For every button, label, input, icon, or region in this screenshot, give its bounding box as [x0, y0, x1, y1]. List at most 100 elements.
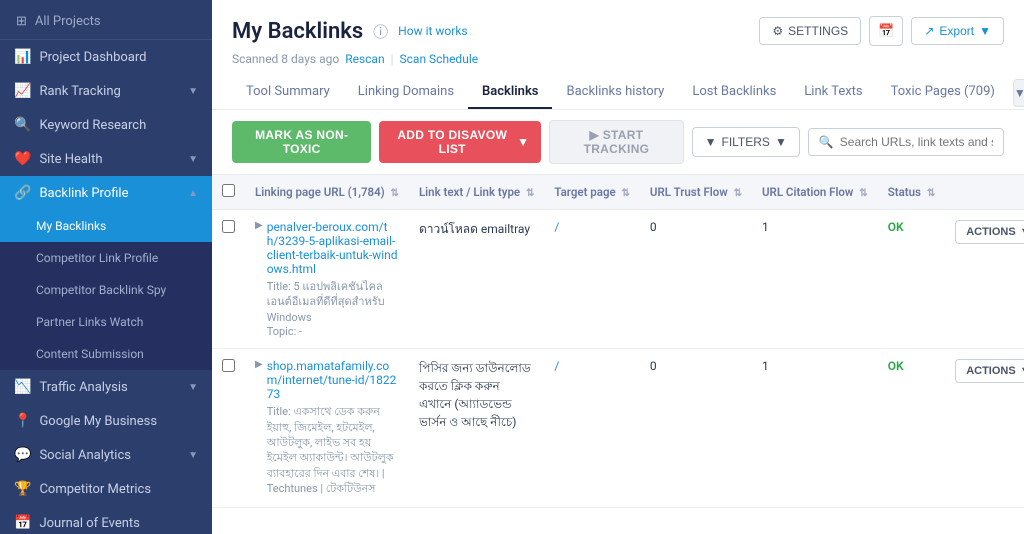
- sidebar-item-google-my-business[interactable]: 📍 Google My Business: [0, 404, 212, 438]
- content-submission-label: Content Submission: [36, 347, 144, 361]
- actions-button[interactable]: ACTIONS ▼: [955, 359, 1024, 383]
- more-tabs-button[interactable]: ▼: [1013, 79, 1024, 107]
- tab-linking-domains[interactable]: Linking Domains: [344, 76, 468, 109]
- actions-button[interactable]: ACTIONS ▼: [955, 220, 1024, 244]
- tab-backlinks[interactable]: Backlinks: [468, 76, 552, 109]
- header-actions: ⚙ SETTINGS 📅 ↗ Export ▼: [759, 16, 1004, 46]
- status-cell: OK: [878, 349, 946, 507]
- status-cell: OK: [878, 210, 946, 349]
- sidebar-label: Traffic Analysis: [39, 380, 180, 395]
- scan-info: Scanned 8 days ago Rescan | Scan Schedul…: [232, 52, 1004, 66]
- export-button[interactable]: ↗ Export ▼: [911, 17, 1004, 45]
- tab-tool-summary[interactable]: Tool Summary: [232, 76, 344, 109]
- how-it-works-link[interactable]: How it works: [398, 24, 467, 38]
- chevron-down-icon: ▼: [775, 135, 787, 149]
- sort-icon[interactable]: ⇅: [859, 188, 867, 199]
- target-page-link[interactable]: /: [554, 359, 559, 373]
- partner-links-label: Partner Links Watch: [36, 315, 143, 329]
- sidebar-item-my-backlinks[interactable]: My Backlinks: [0, 210, 212, 242]
- row-checkbox[interactable]: [222, 220, 235, 233]
- sidebar-item-rank-tracking[interactable]: 📈 Rank Tracking ▼: [0, 74, 212, 108]
- col-status: Status ⇅: [878, 175, 946, 210]
- filter-icon: ▼: [705, 135, 717, 149]
- export-icon: ↗: [924, 24, 934, 38]
- tab-link-texts[interactable]: Link Texts: [790, 76, 876, 109]
- citation-flow-cell: 1: [752, 210, 878, 349]
- trust-flow-cell: 0: [640, 349, 752, 507]
- link-text-cell: পিসির জন্য ডাউনলোড করতে ক্লিক করুন এখানে…: [409, 349, 544, 507]
- sort-icon[interactable]: ⇅: [734, 188, 742, 199]
- sidebar-item-traffic-analysis[interactable]: 📉 Traffic Analysis ▼: [0, 370, 212, 404]
- chevron-down-icon: ▼: [188, 86, 198, 97]
- sidebar-item-backlink-profile[interactable]: 🔗 Backlink Profile ▲: [0, 176, 212, 210]
- link-text-cell: ดาวน์โหลด emailtray: [409, 210, 544, 349]
- url-topic: Topic: -: [267, 325, 399, 338]
- journal-icon: 📅: [14, 515, 31, 531]
- sort-icon[interactable]: ⇅: [927, 188, 935, 199]
- sort-icon[interactable]: ⇅: [391, 188, 399, 199]
- row-checkbox-cell[interactable]: [212, 210, 245, 349]
- select-all-checkbox[interactable]: [222, 184, 235, 197]
- col-link-text: Link text / Link type ⇅: [409, 175, 544, 210]
- expand-icon[interactable]: ▶: [255, 220, 263, 231]
- table-row: ▶ shop.mamatafamily.com/internet/tune-id…: [212, 349, 1024, 507]
- sidebar-label: Google My Business: [39, 414, 198, 429]
- filters-button[interactable]: ▼ FILTERS ▼: [692, 127, 800, 157]
- trust-flow-value: 0: [650, 220, 657, 234]
- add-disavow-button[interactable]: ADD TO DISAVOW LIST ▼: [379, 121, 541, 163]
- search-box[interactable]: 🔍: [808, 128, 1004, 156]
- tab-toxic-pages[interactable]: Toxic Pages (709): [877, 76, 1009, 109]
- select-all-header[interactable]: [212, 175, 245, 210]
- row-checkbox[interactable]: [222, 359, 235, 372]
- url-link[interactable]: penalver-beroux.com/th/3239-5-aplikasi-e…: [267, 220, 399, 276]
- link-text: ดาวน์โหลด emailtray: [419, 220, 534, 238]
- sidebar-item-competitor-backlink-spy[interactable]: Competitor Backlink Spy: [0, 274, 212, 306]
- chevron-down-icon: ▼: [1020, 226, 1024, 238]
- rescan-link[interactable]: Rescan: [345, 52, 384, 66]
- backlinks-table: Linking page URL (1,784) ⇅ Link text / L…: [212, 175, 1024, 508]
- sidebar-item-partner-links-watch[interactable]: Partner Links Watch: [0, 306, 212, 338]
- tab-lost-backlinks[interactable]: Lost Backlinks: [678, 76, 790, 109]
- all-projects-link[interactable]: ⊞ All Projects: [0, 0, 212, 40]
- col-citation-flow: URL Citation Flow ⇅: [752, 175, 878, 210]
- tracking-icon: ▶: [590, 128, 600, 142]
- citation-flow-value: 1: [762, 359, 769, 373]
- sidebar-label: Project Dashboard: [39, 50, 198, 65]
- actions-cell[interactable]: ACTIONS ▼: [945, 210, 1024, 349]
- actions-cell[interactable]: ACTIONS ▼: [945, 349, 1024, 507]
- row-checkbox-cell[interactable]: [212, 349, 245, 507]
- chevron-down-icon: ▼: [188, 450, 198, 461]
- target-page-link[interactable]: /: [554, 220, 559, 234]
- grid-icon: ⊞: [16, 14, 27, 29]
- sidebar-label: Journal of Events: [39, 516, 198, 531]
- sidebar-item-journal-events[interactable]: 📅 Journal of Events: [0, 506, 212, 534]
- sidebar-item-content-submission[interactable]: Content Submission: [0, 338, 212, 370]
- tab-backlinks-history[interactable]: Backlinks history: [552, 76, 678, 109]
- chevron-down-icon: ▼: [979, 24, 991, 38]
- main-content: My Backlinks ⓘ How it works ⚙ SETTINGS 📅…: [212, 0, 1024, 534]
- start-tracking-button[interactable]: ▶ START TRACKING: [549, 120, 683, 164]
- settings-button[interactable]: ⚙ SETTINGS: [759, 17, 861, 45]
- mark-non-toxic-button[interactable]: MARK AS NON-TOXIC: [232, 121, 371, 163]
- sidebar-item-site-health[interactable]: ❤️ Site Health ▼: [0, 142, 212, 176]
- sidebar-item-competitor-metrics[interactable]: 🏆 Competitor Metrics: [0, 472, 212, 506]
- sort-icon[interactable]: ⇅: [622, 188, 630, 199]
- sidebar-item-project-dashboard[interactable]: 📊 Project Dashboard: [0, 40, 212, 74]
- main-header: My Backlinks ⓘ How it works ⚙ SETTINGS 📅…: [212, 0, 1024, 110]
- expand-icon[interactable]: ▶: [255, 359, 263, 370]
- chevron-down-icon: ▼: [188, 154, 198, 165]
- header-top: My Backlinks ⓘ How it works ⚙ SETTINGS 📅…: [232, 16, 1004, 46]
- target-page-cell: /: [544, 210, 640, 349]
- calendar-button[interactable]: 📅: [869, 16, 903, 46]
- search-icon: 🔍: [819, 135, 834, 149]
- scan-schedule-link[interactable]: Scan Schedule: [400, 52, 479, 66]
- sort-icon[interactable]: ⇅: [526, 188, 534, 199]
- dashboard-icon: 📊: [14, 49, 31, 65]
- link-text: পিসির জন্য ডাউনলোড করতে ক্লিক করুন এখানে…: [419, 359, 534, 431]
- sidebar-item-social-analytics[interactable]: 💬 Social Analytics ▼: [0, 438, 212, 472]
- sidebar-item-competitor-link-profile[interactable]: Competitor Link Profile: [0, 242, 212, 274]
- url-link[interactable]: shop.mamatafamily.com/internet/tune-id/1…: [267, 359, 399, 401]
- sidebar-label: Backlink Profile: [39, 186, 180, 201]
- search-input[interactable]: [840, 135, 993, 149]
- sidebar-item-keyword-research[interactable]: 🔍 Keyword Research: [0, 108, 212, 142]
